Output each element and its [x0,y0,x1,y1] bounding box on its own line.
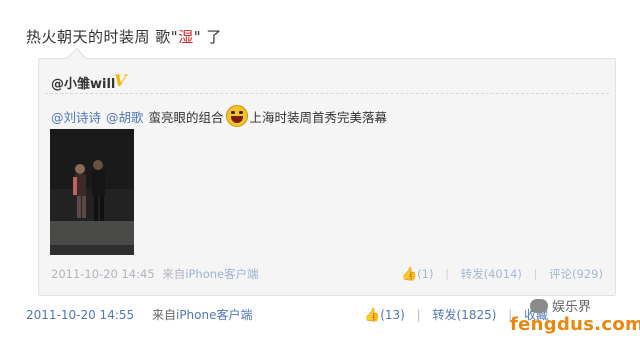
repost-comment-link[interactable]: 评论(929) [549,267,603,281]
repost-box: @小雏will V @刘诗诗 @胡歌 蛮亮眼的组合 上海时装周首秀完美落幕 20… [38,47,616,296]
separator: | [533,267,538,281]
watermark-url: fengdus.com [510,314,640,335]
quote-close: " [193,28,202,46]
chat-bubble-icon [530,298,548,313]
repost-actions: 👍(1) | 转发(4014) | 评论(929) [401,266,603,282]
post-text-suffix: 了 [206,28,222,46]
repost-text-end: 上海时装周首秀完美落幕 [249,109,388,125]
runway-photo-image [50,129,134,255]
watermark-top: 娱乐界 [530,296,591,315]
repost-notch [65,47,88,70]
repost-forward-link[interactable]: 转发(4014) [461,267,522,281]
post-text-prefix: 热火朝天的时装周 歌 [26,28,171,46]
post-time[interactable]: 2011-10-20 14:55 [26,308,134,322]
repost-source[interactable]: iPhone客户端 [185,267,258,281]
post-forward-link[interactable]: 转发(1825) [433,308,497,322]
repost-divider [45,93,609,94]
post-text: 热火朝天的时装周 歌"湿" 了 [26,26,222,47]
repost-text: @刘诗诗 @胡歌 蛮亮眼的组合 上海时装周首秀完美落幕 [51,105,387,127]
separator: | [445,267,449,281]
watermark: 娱乐界 fengdus.com [510,296,640,336]
separator: | [416,308,421,322]
mention-2[interactable]: @胡歌 [106,107,144,126]
thumbs-up-icon[interactable]: 👍 [364,308,380,323]
mention-1[interactable]: @刘诗诗 [51,107,101,126]
laughing-emoji-icon [225,105,248,127]
post-source-prefix: 来自 [151,308,176,322]
post-like-count[interactable]: (13) [380,308,405,322]
repost-time[interactable]: 2011-10-20 14:45 [51,267,155,281]
repost-meta: 2011-10-20 14:45 来自iPhone客户端 👍(1) | 转发(4… [51,266,603,282]
runway-photo[interactable] [50,129,134,255]
watermark-top-text: 娱乐界 [552,300,592,315]
repost-text-middle: 蛮亮眼的组合 [148,109,224,125]
verified-badge-icon: V [114,71,127,90]
post-source[interactable]: iPhone客户端 [176,308,253,322]
repost-like-count[interactable]: (1) [417,267,433,281]
repost-source-prefix: 来自 [162,267,186,281]
highlight-word: 湿 [178,28,194,46]
thumbs-up-icon[interactable]: 👍 [401,267,417,282]
repost-author[interactable]: @小雏will [51,73,115,92]
